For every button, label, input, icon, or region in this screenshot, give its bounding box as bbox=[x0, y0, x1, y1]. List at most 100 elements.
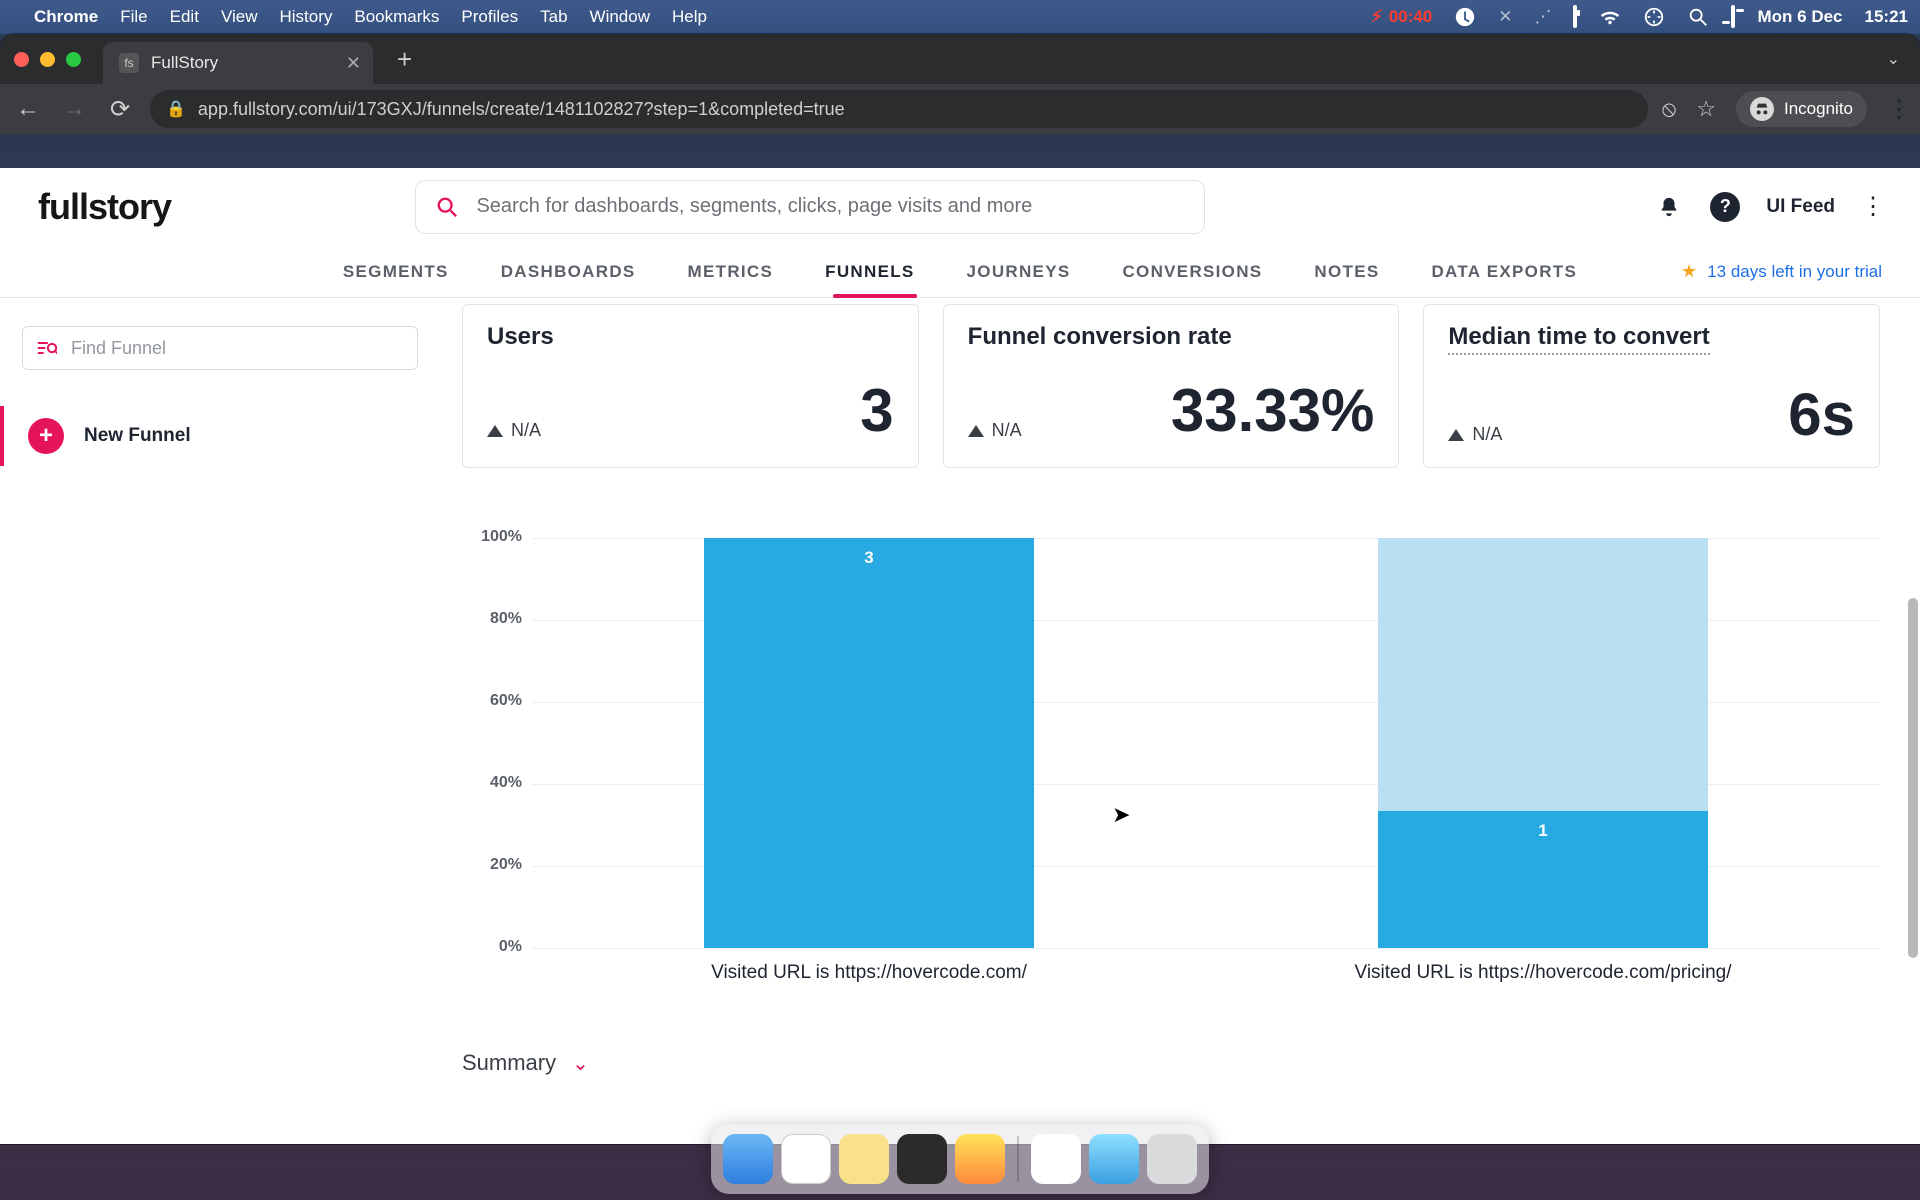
y-tick: 40% bbox=[462, 774, 522, 792]
mac-menu-profiles[interactable]: Profiles bbox=[461, 7, 518, 27]
mac-menu-edit[interactable]: Edit bbox=[170, 7, 199, 27]
funnel-step-label: Visited URL is https://hovercode.com/pri… bbox=[1354, 962, 1731, 984]
nav-data-exports[interactable]: DATA EXPORTS bbox=[1431, 262, 1577, 282]
mac-menu-history[interactable]: History bbox=[279, 7, 332, 27]
mac-menu-bookmarks[interactable]: Bookmarks bbox=[354, 7, 439, 27]
mac-menu-window[interactable]: Window bbox=[590, 7, 650, 27]
y-tick: 60% bbox=[462, 692, 522, 710]
new-tab-button[interactable]: + bbox=[387, 44, 422, 75]
app-header: fullstory Search for dashboards, segment… bbox=[0, 168, 1920, 246]
plus-icon: + bbox=[28, 418, 64, 454]
mac-menu-file[interactable]: File bbox=[120, 7, 147, 27]
mouse-cursor-icon: ➤ bbox=[1112, 802, 1130, 828]
control-center-icon[interactable] bbox=[1731, 7, 1735, 27]
kpi-users: Users N/A 3 bbox=[462, 304, 919, 468]
nav-metrics[interactable]: METRICS bbox=[688, 262, 774, 282]
mac-menu-view[interactable]: View bbox=[221, 7, 258, 27]
close-window-icon[interactable] bbox=[14, 52, 29, 67]
y-tick: 80% bbox=[462, 610, 522, 628]
dock-chrome-icon[interactable] bbox=[781, 1134, 831, 1184]
fullstory-logo[interactable]: fullstory bbox=[38, 186, 171, 228]
funnel-step[interactable]: 3Visited URL is https://hovercode.com/ bbox=[532, 538, 1206, 948]
trial-text: 13 days left in your trial bbox=[1707, 262, 1882, 282]
incognito-label: Incognito bbox=[1784, 99, 1853, 119]
funnel-step[interactable]: 1Visited URL is https://hovercode.com/pr… bbox=[1206, 538, 1880, 948]
reload-button[interactable]: ⟳ bbox=[104, 95, 136, 124]
address-bar[interactable]: 🔒 app.fullstory.com/ui/173GXJ/funnels/cr… bbox=[150, 90, 1648, 128]
dock-finder-icon[interactable] bbox=[723, 1134, 773, 1184]
kpi-conversion-rate: Funnel conversion rate N/A 33.33% bbox=[943, 304, 1400, 468]
funnel-chart: 100%80%60%40%20%0%3Visited URL is https:… bbox=[462, 538, 1880, 968]
menubar-date[interactable]: Mon 6 Dec bbox=[1757, 7, 1842, 27]
eye-off-icon[interactable]: ⦸ bbox=[1662, 96, 1676, 122]
nav-conversions[interactable]: CONVERSIONS bbox=[1122, 262, 1262, 282]
mac-dock[interactable] bbox=[711, 1124, 1209, 1194]
main-nav: SEGMENTS DASHBOARDS METRICS FUNNELS JOUR… bbox=[0, 246, 1920, 298]
kpi-users-value: 3 bbox=[860, 381, 893, 441]
funnel-step-label: Visited URL is https://hovercode.com/ bbox=[711, 962, 1027, 984]
search-icon[interactable] bbox=[1687, 6, 1709, 28]
notifications-icon[interactable] bbox=[1654, 192, 1684, 222]
dock-notes-icon[interactable] bbox=[839, 1134, 889, 1184]
dock-textedit-icon[interactable] bbox=[1031, 1134, 1081, 1184]
battery-status-icon[interactable]: ⚡︎00:40 bbox=[1371, 7, 1432, 27]
close-tab-icon[interactable]: ✕ bbox=[346, 53, 361, 74]
tabs-overflow-icon[interactable]: ⌄ bbox=[1887, 49, 1900, 69]
browser-menu-icon[interactable]: ⋮ bbox=[1887, 95, 1908, 124]
triangle-up-icon bbox=[1448, 429, 1464, 441]
kpi-median-value: 6s bbox=[1788, 385, 1855, 445]
app-page: fullstory Search for dashboards, segment… bbox=[0, 168, 1920, 1144]
nav-funnels[interactable]: FUNNELS bbox=[825, 262, 914, 282]
tab-strip: fs FullStory ✕ + ⌄ bbox=[0, 34, 1920, 84]
nav-segments[interactable]: SEGMENTS bbox=[343, 262, 449, 282]
back-button[interactable]: ← bbox=[12, 95, 44, 123]
global-search-input[interactable]: Search for dashboards, segments, clicks,… bbox=[415, 180, 1205, 234]
ui-feed-link[interactable]: UI Feed bbox=[1766, 196, 1835, 218]
kpi-median-label[interactable]: Median time to convert bbox=[1448, 323, 1709, 355]
new-funnel-label: New Funnel bbox=[84, 425, 191, 447]
page-scrollbar[interactable] bbox=[1908, 598, 1918, 958]
app-menu-icon[interactable]: ⋮ bbox=[1861, 192, 1882, 221]
sidebar-item-new-funnel[interactable]: + New Funnel bbox=[22, 406, 418, 466]
fullscreen-window-icon[interactable] bbox=[66, 52, 81, 67]
tab-title: FullStory bbox=[151, 53, 218, 73]
trial-banner[interactable]: ★ 13 days left in your trial bbox=[1681, 261, 1882, 282]
dock-mail-icon[interactable] bbox=[1089, 1134, 1139, 1184]
search-placeholder: Search for dashboards, segments, clicks,… bbox=[476, 195, 1032, 218]
nav-notes[interactable]: NOTES bbox=[1314, 262, 1379, 282]
help-icon[interactable]: ? bbox=[1710, 192, 1740, 222]
menubar-app-icon-3[interactable]: ⋰ bbox=[1534, 7, 1551, 27]
y-tick: 20% bbox=[462, 856, 522, 874]
incognito-badge[interactable]: Incognito bbox=[1736, 91, 1867, 127]
mac-app-name[interactable]: Chrome bbox=[34, 7, 98, 27]
menubar-clock[interactable]: 15:21 bbox=[1865, 7, 1908, 27]
find-funnel-input[interactable]: Find Funnel bbox=[22, 326, 418, 370]
mac-menu-help[interactable]: Help bbox=[672, 7, 707, 27]
y-tick: 0% bbox=[462, 938, 522, 956]
mac-menu-tab[interactable]: Tab bbox=[540, 7, 567, 27]
spotlight-icon[interactable] bbox=[1643, 6, 1665, 28]
nav-journeys[interactable]: JOURNEYS bbox=[967, 262, 1071, 282]
wifi-icon[interactable] bbox=[1599, 6, 1621, 28]
minimize-window-icon[interactable] bbox=[40, 52, 55, 67]
nav-dashboards[interactable]: DASHBOARDS bbox=[501, 262, 636, 282]
gridline bbox=[532, 948, 1880, 949]
summary-toggle[interactable]: Summary ⌄ bbox=[462, 1050, 1880, 1076]
menubar-app-icon-2[interactable]: ✕ bbox=[1498, 7, 1512, 27]
window-controls bbox=[14, 52, 81, 67]
dock-terminal-icon[interactable] bbox=[897, 1134, 947, 1184]
bar-value-label: 3 bbox=[704, 548, 1034, 568]
dock-trash-icon[interactable] bbox=[1147, 1134, 1197, 1184]
battery-icon[interactable] bbox=[1573, 7, 1577, 27]
mac-menubar[interactable]: Chrome File Edit View History Bookmarks … bbox=[0, 0, 1920, 34]
forward-button[interactable]: → bbox=[58, 95, 90, 123]
dock-app-icon[interactable] bbox=[955, 1134, 1005, 1184]
lock-icon: 🔒 bbox=[166, 99, 186, 119]
browser-toolbar: ← → ⟳ 🔒 app.fullstory.com/ui/173GXJ/funn… bbox=[0, 84, 1920, 134]
funnel-bar bbox=[704, 538, 1034, 948]
kpi-rate-value: 33.33% bbox=[1171, 381, 1375, 441]
bookmark-star-icon[interactable]: ☆ bbox=[1696, 96, 1716, 122]
browser-tab[interactable]: fs FullStory ✕ bbox=[103, 42, 373, 84]
menubar-app-icon[interactable] bbox=[1454, 6, 1476, 28]
triangle-up-icon bbox=[487, 425, 503, 437]
